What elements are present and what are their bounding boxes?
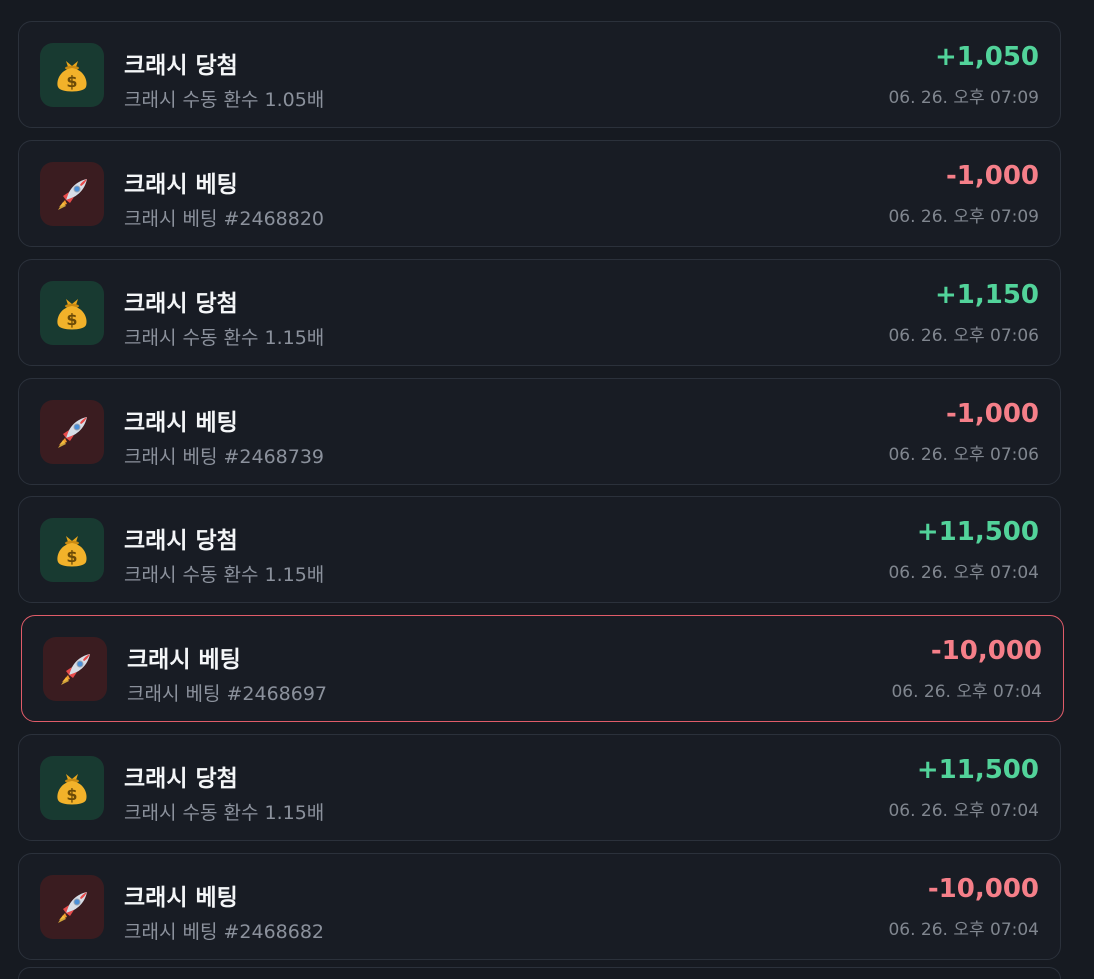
transaction-item[interactable]: $ 크래시 당첨 크래시 수동 환수 1.15배 +11,500 06. 26.…	[18, 734, 1061, 841]
svg-text:$: $	[66, 547, 77, 566]
transaction-title: 크래시 베팅	[127, 647, 241, 673]
transaction-description: 크래시 베팅 #2468820	[124, 208, 325, 230]
transaction-title: 크래시 베팅	[124, 410, 238, 436]
win-icon-tile: $	[40, 281, 104, 345]
transaction-item[interactable]: $ 크래시 당첨 크래시 수동 환수 1.15배 +11,500 06. 26.…	[18, 496, 1061, 603]
next-item-edge	[18, 967, 1061, 979]
bet-icon-tile	[43, 637, 107, 701]
transaction-amount: -1,000	[945, 399, 1039, 429]
transaction-amount: +1,050	[934, 42, 1039, 72]
bet-icon-tile	[40, 875, 104, 939]
transaction-title: 크래시 베팅	[124, 885, 238, 911]
transaction-item[interactable]: 크래시 베팅 크래시 베팅 #2468820 -1,000 06. 26. 오후…	[18, 140, 1061, 247]
transaction-item[interactable]: 크래시 베팅 크래시 베팅 #2468739 -1,000 06. 26. 오후…	[18, 378, 1061, 485]
transaction-amount: +11,500	[916, 755, 1039, 785]
transaction-description: 크래시 베팅 #2468739	[124, 446, 325, 468]
transaction-time: 06. 26. 오후 07:04	[888, 801, 1039, 821]
money-bag-icon: $	[57, 61, 87, 92]
transaction-time: 06. 26. 오후 07:06	[888, 445, 1039, 465]
rocket-icon	[61, 654, 90, 685]
win-icon-tile: $	[40, 756, 104, 820]
rocket-icon	[58, 417, 87, 448]
transaction-time: 06. 26. 오후 07:06	[888, 326, 1039, 346]
transaction-description: 크래시 수동 환수 1.15배	[124, 802, 325, 824]
money-bag-icon: $	[57, 774, 87, 805]
transaction-title: 크래시 당첨	[124, 528, 238, 554]
svg-text:$: $	[66, 785, 77, 804]
transaction-title: 크래시 당첨	[124, 291, 238, 317]
transaction-item[interactable]: 크래시 베팅 크래시 베팅 #2468682 -10,000 06. 26. 오…	[18, 853, 1061, 960]
transaction-description: 크래시 수동 환수 1.15배	[124, 564, 325, 586]
bet-icon-tile	[40, 162, 104, 226]
bet-icon-tile	[40, 400, 104, 464]
transaction-amount: +11,500	[916, 517, 1039, 547]
win-icon-tile: $	[40, 43, 104, 107]
transaction-time: 06. 26. 오후 07:04	[891, 682, 1042, 702]
transaction-description: 크래시 수동 환수 1.05배	[124, 89, 325, 111]
money-bag-icon: $	[57, 299, 87, 330]
transaction-description: 크래시 베팅 #2468697	[127, 683, 328, 705]
transaction-description: 크래시 수동 환수 1.15배	[124, 327, 325, 349]
transaction-title: 크래시 당첨	[124, 766, 238, 792]
transaction-title: 크래시 당첨	[124, 53, 238, 79]
transaction-time: 06. 26. 오후 07:09	[888, 88, 1039, 108]
svg-text:$: $	[66, 310, 77, 329]
transaction-description: 크래시 베팅 #2468682	[124, 921, 325, 943]
transaction-time: 06. 26. 오후 07:04	[888, 920, 1039, 940]
win-icon-tile: $	[40, 518, 104, 582]
transaction-item-selected[interactable]: 크래시 베팅 크래시 베팅 #2468697 -10,000 06. 26. 오…	[21, 615, 1064, 722]
transaction-amount: -10,000	[927, 874, 1039, 904]
transaction-amount: +1,150	[934, 280, 1039, 310]
transaction-amount: -1,000	[945, 161, 1039, 191]
transaction-item[interactable]: $ 크래시 당첨 크래시 수동 환수 1.05배 +1,050 06. 26. …	[18, 21, 1061, 128]
transaction-amount: -10,000	[930, 636, 1042, 666]
transaction-time: 06. 26. 오후 07:09	[888, 207, 1039, 227]
money-bag-icon: $	[57, 536, 87, 567]
transaction-title: 크래시 베팅	[124, 172, 238, 198]
rocket-icon	[58, 179, 87, 210]
rocket-icon	[58, 892, 87, 923]
transaction-time: 06. 26. 오후 07:04	[888, 563, 1039, 583]
transaction-item[interactable]: $ 크래시 당첨 크래시 수동 환수 1.15배 +1,150 06. 26. …	[18, 259, 1061, 366]
transaction-list: $ 크래시 당첨 크래시 수동 환수 1.05배 +1,050 06. 26. …	[0, 0, 1094, 979]
svg-text:$: $	[66, 72, 77, 91]
